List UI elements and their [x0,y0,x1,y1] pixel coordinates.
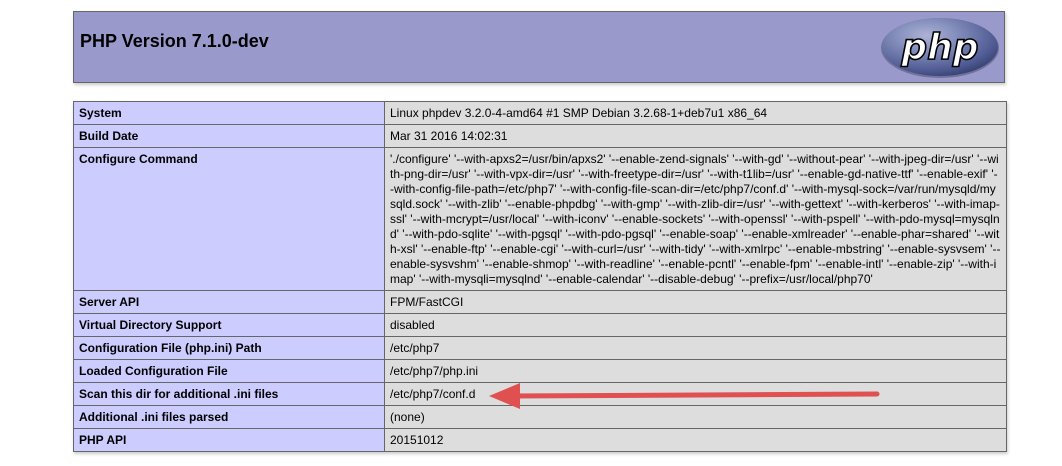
row-value: Mar 31 2016 14:02:31 [384,124,1007,148]
phpinfo-page: PHP Version 7.1.0-dev php System Linux p… [0,0,1062,466]
row-key: Scan this dir for additional .ini files [73,382,385,406]
row-value: (none) [384,405,1007,429]
php-version-header: PHP Version 7.1.0-dev php [73,11,1005,83]
row-value: Linux phpdev 3.2.0-4-amd64 #1 SMP Debian… [384,101,1007,125]
row-value: /etc/php7 [384,336,1007,360]
logo-text: php [900,27,978,68]
row-value: 20151012 [384,428,1007,452]
table-row: System Linux phpdev 3.2.0-4-amd64 #1 SMP… [73,101,1007,125]
table-row: Server API FPM/FastCGI [73,290,1007,314]
row-key: Server API [73,290,385,314]
row-key: Additional .ini files parsed [73,405,385,429]
table-row: Scan this dir for additional .ini files … [73,382,1007,406]
row-key: Loaded Configuration File [73,359,385,383]
row-key: Build Date [73,124,385,148]
row-key: PHP API [73,428,385,452]
row-value: disabled [384,313,1007,337]
configuration-table: System Linux phpdev 3.2.0-4-amd64 #1 SMP… [73,101,1007,452]
table-row: Virtual Directory Support disabled [73,313,1007,337]
row-key: Configure Command [73,147,385,291]
table-row: Loaded Configuration File /etc/php7/php.… [73,359,1007,383]
table-row: Build Date Mar 31 2016 14:02:31 [73,124,1007,148]
row-value: FPM/FastCGI [384,290,1007,314]
row-value: './configure' '--with-apxs2=/usr/bin/apx… [384,147,1007,291]
page-title: PHP Version 7.1.0-dev [80,31,269,51]
row-key: Configuration File (php.ini) Path [73,336,385,360]
table-row: PHP API 20151012 [73,428,1007,452]
row-value: /etc/php7/conf.d [384,382,1007,406]
table-row: Configuration File (php.ini) Path /etc/p… [73,336,1007,360]
table-row: Configure Command './configure' '--with-… [73,147,1007,291]
row-key: System [73,101,385,125]
php-logo[interactable]: php [880,17,1000,79]
row-value: /etc/php7/php.ini [384,359,1007,383]
row-key: Virtual Directory Support [73,313,385,337]
table-row: Additional .ini files parsed (none) [73,405,1007,429]
